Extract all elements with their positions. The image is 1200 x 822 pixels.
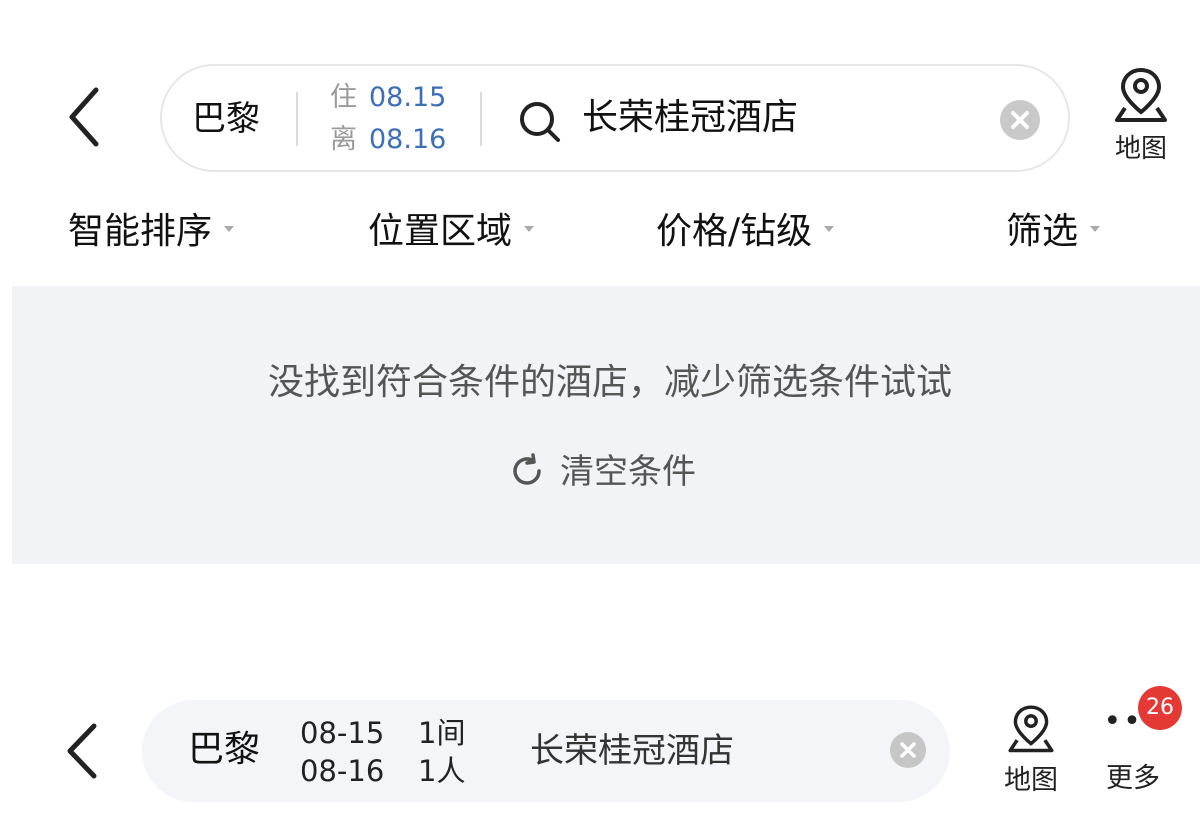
checkin-tag: 住 [330,82,357,113]
filter-tab-location[interactable]: 位置区域 [368,206,535,258]
guest-count[interactable]: 1人 [418,752,465,790]
empty-state-panel [12,286,1200,564]
city-selector[interactable]: 巴黎 [192,96,260,142]
clear-filters-button[interactable]: 清空条件 [508,444,696,500]
map-label: 地图 [1004,765,1058,796]
checkout-date[interactable]: 离 08.16 [330,122,446,158]
refresh-icon [513,452,541,485]
search-icon [516,98,562,144]
filter-tab-label: 筛选 [1006,211,1079,252]
divider [296,92,298,146]
caret-down-icon [224,226,235,232]
back-button[interactable] [58,718,110,784]
filter-tab-label: 位置区域 [368,211,513,252]
checkin-date[interactable]: 08-15 [300,714,384,752]
close-icon [1011,111,1029,129]
more-label: 更多 [1106,763,1160,794]
search-keyword[interactable]: 长荣桂冠酒店 [582,94,798,142]
map-pin-icon [1008,705,1054,753]
checkout-tag: 离 [330,124,357,155]
city-selector[interactable]: 巴黎 [188,726,260,774]
filter-tab-price[interactable]: 价格/钻级 [656,206,835,258]
clear-filters-label: 清空条件 [560,452,696,492]
search-keyword[interactable]: 长荣桂冠酒店 [530,728,734,774]
caret-down-icon [524,226,535,232]
map-label: 地图 [1114,134,1167,164]
checkin-date[interactable]: 住 08.15 [330,80,446,116]
checkout-date[interactable]: 08-16 [300,752,384,790]
chevron-left-icon [67,723,97,779]
map-button[interactable]: 地图 [1104,64,1178,174]
checkout-value: 08.16 [369,124,447,155]
notification-badge: 26 [1138,686,1182,730]
chevron-left-icon [69,87,99,147]
filter-tab-label: 智能排序 [68,211,213,252]
filter-tab-label: 价格/钻级 [656,211,813,252]
caret-down-icon [824,226,835,232]
filter-tab-sort[interactable]: 智能排序 [68,206,235,258]
back-button[interactable] [58,82,114,152]
divider [480,92,482,146]
clear-search-button[interactable] [890,732,926,768]
close-icon [900,742,916,758]
map-button[interactable]: 地图 [996,702,1066,802]
clear-search-button[interactable] [1000,100,1040,140]
empty-state-message: 没找到符合条件的酒店，减少筛选条件试试 [267,362,952,403]
caret-down-icon [1090,226,1101,232]
filter-tab-filter[interactable]: 筛选 [1006,206,1101,258]
checkin-value: 08.15 [369,82,447,113]
room-count[interactable]: 1间 [418,714,465,752]
map-pin-icon [1115,67,1167,122]
